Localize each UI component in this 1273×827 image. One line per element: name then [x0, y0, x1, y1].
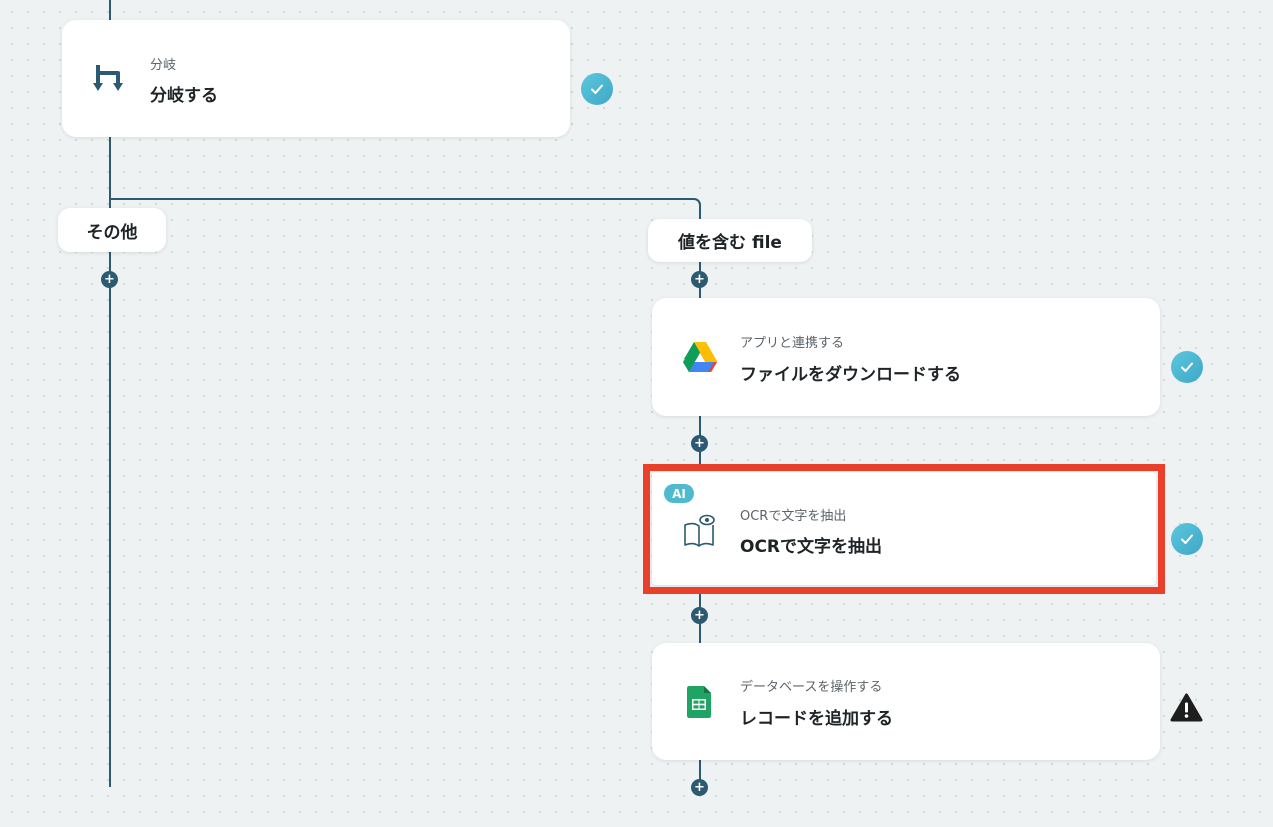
step-2-check-icon: [1171, 523, 1203, 555]
step-1-check-icon: [1171, 351, 1203, 383]
google-sheets-icon: [682, 684, 718, 720]
branch-icon: [92, 61, 128, 97]
ocr-book-eye-icon: [682, 513, 718, 549]
connector-branch-split: [109, 198, 691, 200]
step-subtitle: アプリと連携する: [740, 336, 845, 351]
step-subtitle: OCRで文字を抽出: [740, 509, 847, 524]
step-subtitle: データベースを操作する: [740, 680, 883, 695]
branch-label-other[interactable]: その他: [58, 208, 166, 252]
branch-step-card[interactable]: 分岐 分岐する: [62, 20, 570, 137]
branch-step-subtitle: 分岐: [150, 58, 177, 73]
warning-icon: [1170, 693, 1203, 726]
add-step-button-right-2[interactable]: +: [691, 435, 708, 452]
branch-label-contains-file[interactable]: 値を含む file: [648, 219, 812, 262]
add-step-button-left[interactable]: +: [101, 271, 118, 288]
connector-right-4: [699, 760, 701, 780]
step-title: レコードを追加する: [740, 709, 893, 729]
add-step-button-right-3[interactable]: +: [691, 607, 708, 624]
add-step-button-right-1[interactable]: +: [691, 271, 708, 288]
google-drive-icon: [682, 339, 718, 375]
step-card-add-record[interactable]: データベースを操作する レコードを追加する: [652, 643, 1160, 760]
ai-badge: AI: [664, 484, 694, 503]
add-step-button-right-4[interactable]: +: [691, 779, 708, 796]
connector-top: [109, 0, 111, 20]
branch-step-title: 分岐する: [150, 86, 218, 106]
step-card-ocr[interactable]: AI OCRで文字を抽出 OCRで文字を抽出: [652, 472, 1156, 585]
step-title: OCRで文字を抽出: [740, 537, 883, 557]
branch-step-check-icon: [581, 73, 613, 105]
step-title: ファイルをダウンロードする: [740, 365, 961, 385]
step-card-download-file[interactable]: アプリと連携する ファイルをダウンロードする: [652, 298, 1160, 416]
